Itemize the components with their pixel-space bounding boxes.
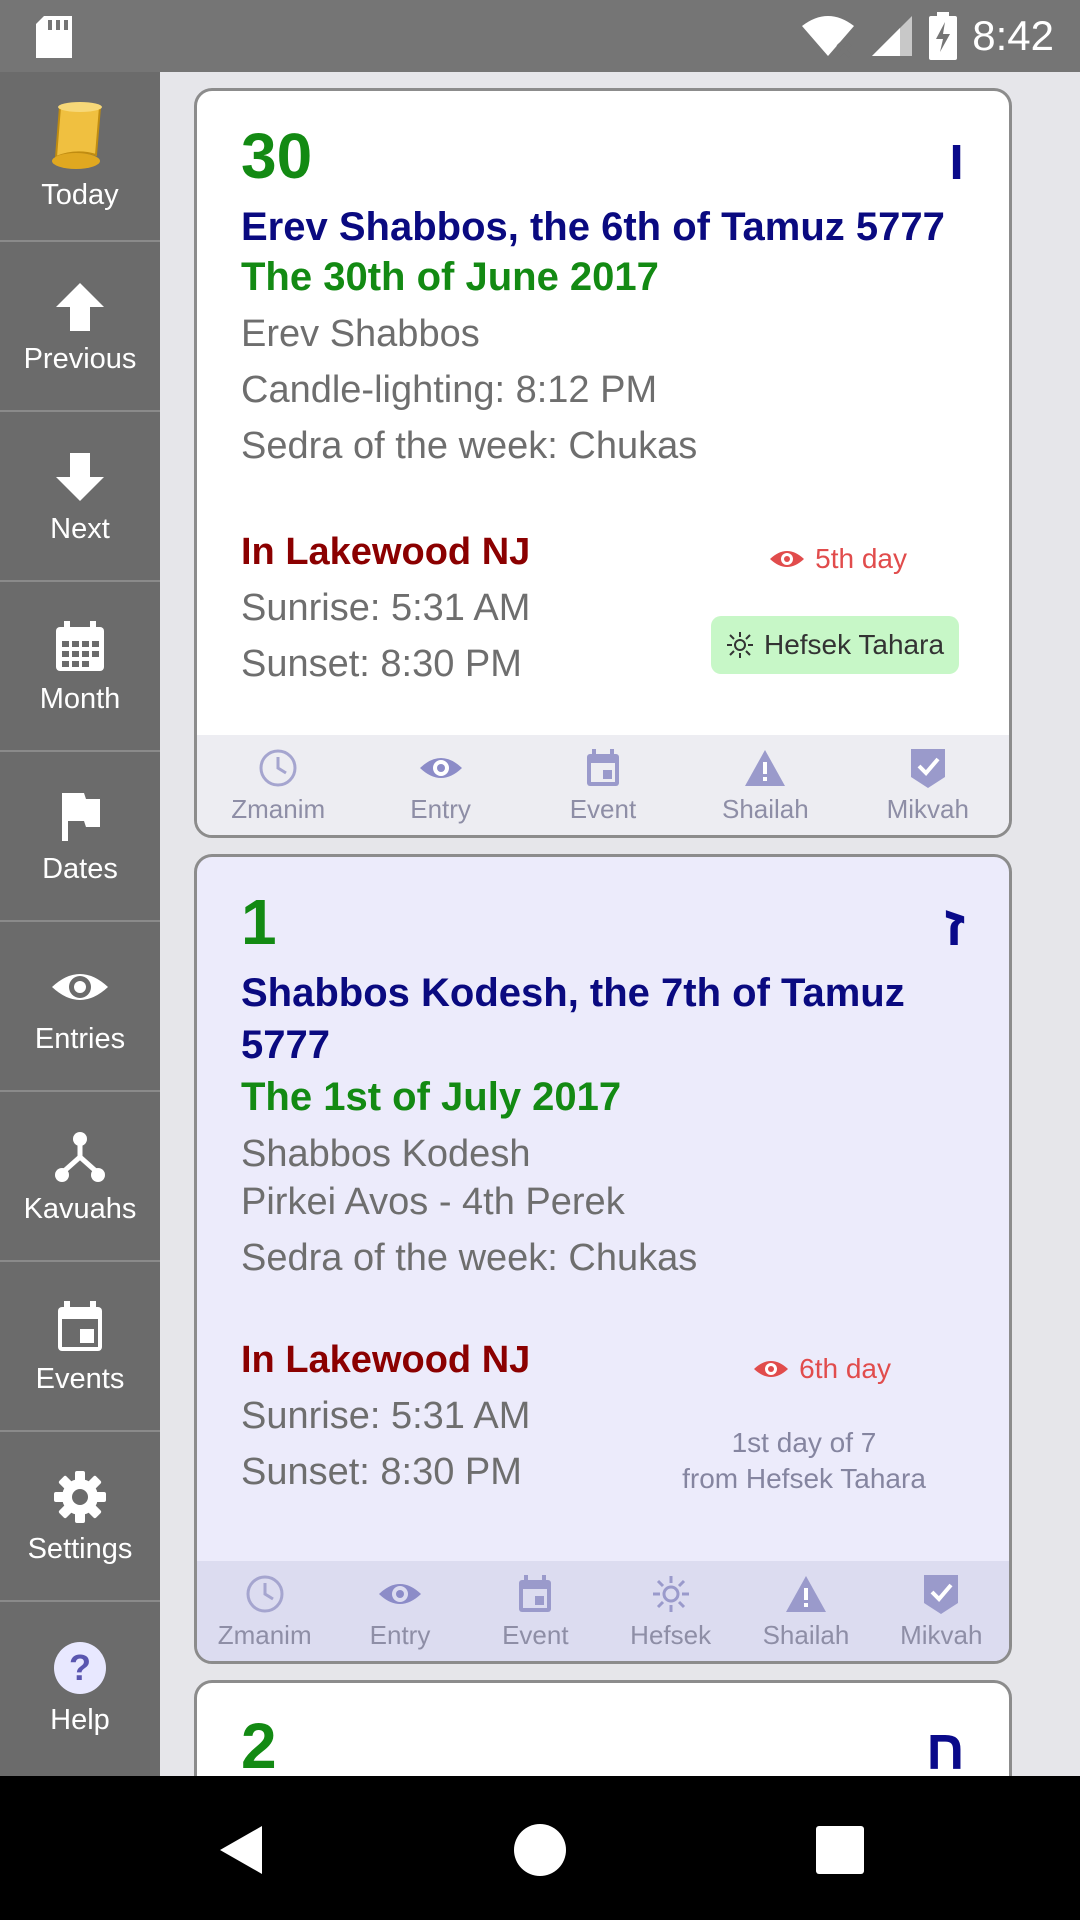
- warning-icon: [785, 1575, 826, 1612]
- location: In Lakewood NJ: [241, 531, 531, 573]
- shailah-button[interactable]: Shailah: [741, 1572, 871, 1651]
- warning-icon: [745, 749, 786, 786]
- event-button[interactable]: Event: [538, 746, 668, 825]
- zmanim-button[interactable]: Zmanim: [213, 746, 343, 825]
- hebrew-day-letter: ז: [944, 894, 965, 957]
- sidebar-item-next[interactable]: Next: [0, 412, 160, 582]
- hefsek-button[interactable]: Hefsek: [606, 1572, 736, 1651]
- mikvah-button[interactable]: Mikvah: [863, 746, 993, 825]
- arrow-down-icon: [56, 452, 104, 501]
- sidebar-item-previous[interactable]: Previous: [0, 242, 160, 412]
- day-card[interactable]: 2 ח: [194, 1680, 1012, 1776]
- day-actions: Zmanim Entry Event Hefsek Shailah Mikvah: [197, 1561, 1009, 1661]
- clock-icon: [246, 1575, 284, 1612]
- scroll-icon: [52, 101, 102, 169]
- hefsek-count-note: 1st day of 7 from Hefsek Tahara: [682, 1427, 926, 1494]
- gear-icon: [54, 1470, 106, 1523]
- jewish-date: Erev Shabbos, the 6th of Tamuz 5777: [241, 205, 945, 249]
- hebrew-day-letter: ח: [925, 1718, 965, 1776]
- network-icon: [55, 1131, 105, 1182]
- sidebar-item-kavuahs[interactable]: Kavuahs: [0, 1092, 160, 1262]
- home-icon[interactable]: [510, 1820, 570, 1880]
- back-icon[interactable]: [212, 1820, 272, 1880]
- entry-button[interactable]: Entry: [335, 1572, 465, 1651]
- recents-icon[interactable]: [810, 1820, 870, 1880]
- day-note: Sedra of the week: Chukas: [241, 425, 698, 467]
- help-icon: ?: [54, 1641, 106, 1694]
- day-note: Pirkei Avos - 4th Perek: [241, 1181, 625, 1223]
- day-actions: Zmanim Entry Event Shailah Mikvah: [197, 735, 1009, 835]
- mikvah-button[interactable]: Mikvah: [876, 1572, 1006, 1651]
- sidebar: Today Previous Next Month Dates Entries …: [0, 72, 160, 1776]
- day-card[interactable]: 30 ו Erev Shabbos, the 6th of Tamuz 5777…: [194, 88, 1012, 838]
- location: In Lakewood NJ: [241, 1339, 531, 1381]
- sun-icon: [726, 632, 753, 658]
- calendar-event-icon: [58, 1300, 102, 1351]
- sidebar-item-dates[interactable]: Dates: [0, 752, 160, 922]
- status-bar: 8:42: [0, 0, 1080, 72]
- wifi-off-icon: [802, 16, 855, 58]
- jewish-date: Shabbos Kodesh, the 7th of Tamuz 5777: [241, 971, 905, 1067]
- eye-icon: [52, 973, 108, 1000]
- day-card[interactable]: 1 ז Shabbos Kodesh, the 7th of Tamuz 577…: [194, 854, 1012, 1664]
- hefsek-tahara-badge: Hefsek Tahara: [711, 616, 959, 674]
- day-number: 1: [241, 886, 277, 958]
- eye-icon: [770, 551, 805, 567]
- sd-card-icon: [36, 16, 72, 58]
- day-note: Sedra of the week: Chukas: [241, 1237, 698, 1279]
- arrow-up-icon: [56, 282, 104, 331]
- day-note: Shabbos Kodesh: [241, 1133, 531, 1175]
- shailah-button[interactable]: Shailah: [700, 746, 830, 825]
- eye-icon: [378, 1583, 421, 1604]
- sunset: Sunset: 8:30 PM: [241, 643, 522, 685]
- day-number: 30: [241, 120, 313, 192]
- system-nav-bar: [0, 1776, 1080, 1920]
- flag-icon: [62, 792, 100, 841]
- sidebar-item-entries[interactable]: Entries: [0, 922, 160, 1092]
- day-note: Candle-lighting: 8:12 PM: [241, 369, 658, 411]
- sidebar-item-events[interactable]: Events: [0, 1262, 160, 1432]
- onah-indicator: 6th day: [753, 1353, 891, 1385]
- day-note: Erev Shabbos: [241, 313, 480, 355]
- sidebar-item-today[interactable]: Today: [0, 72, 160, 242]
- onah-indicator: 5th day: [769, 543, 907, 575]
- zmanim-button[interactable]: Zmanim: [200, 1572, 330, 1651]
- hebrew-day-letter: ו: [948, 128, 965, 191]
- secular-date: The 30th of June 2017: [241, 255, 659, 299]
- sunset: Sunset: 8:30 PM: [241, 1451, 522, 1493]
- sidebar-item-settings[interactable]: Settings: [0, 1432, 160, 1602]
- eye-icon: [754, 1361, 789, 1377]
- calendar-month-icon: [56, 620, 104, 671]
- sun-icon: [652, 1575, 689, 1612]
- sunrise: Sunrise: 5:31 AM: [241, 1395, 531, 1437]
- event-button[interactable]: Event: [470, 1572, 600, 1651]
- day-list[interactable]: 30 ו Erev Shabbos, the 6th of Tamuz 5777…: [162, 72, 1080, 1776]
- day-number: 2: [241, 1710, 277, 1776]
- calendar-event-icon: [519, 1574, 552, 1612]
- sunrise: Sunrise: 5:31 AM: [241, 587, 531, 629]
- check-badge-icon: [910, 748, 945, 788]
- sidebar-item-help[interactable]: ? Help: [0, 1602, 160, 1772]
- cell-signal-icon: [872, 16, 913, 56]
- svg-text:?: ?: [69, 1647, 91, 1688]
- eye-icon: [419, 757, 462, 778]
- battery-charging-icon: [929, 12, 958, 60]
- sidebar-item-month[interactable]: Month: [0, 582, 160, 752]
- clock-icon: [259, 749, 297, 786]
- entry-button[interactable]: Entry: [376, 746, 506, 825]
- calendar-event-icon: [586, 748, 619, 786]
- check-badge-icon: [924, 1574, 959, 1614]
- secular-date: The 1st of July 2017: [241, 1075, 622, 1119]
- clock: 8:42: [972, 12, 1054, 59]
